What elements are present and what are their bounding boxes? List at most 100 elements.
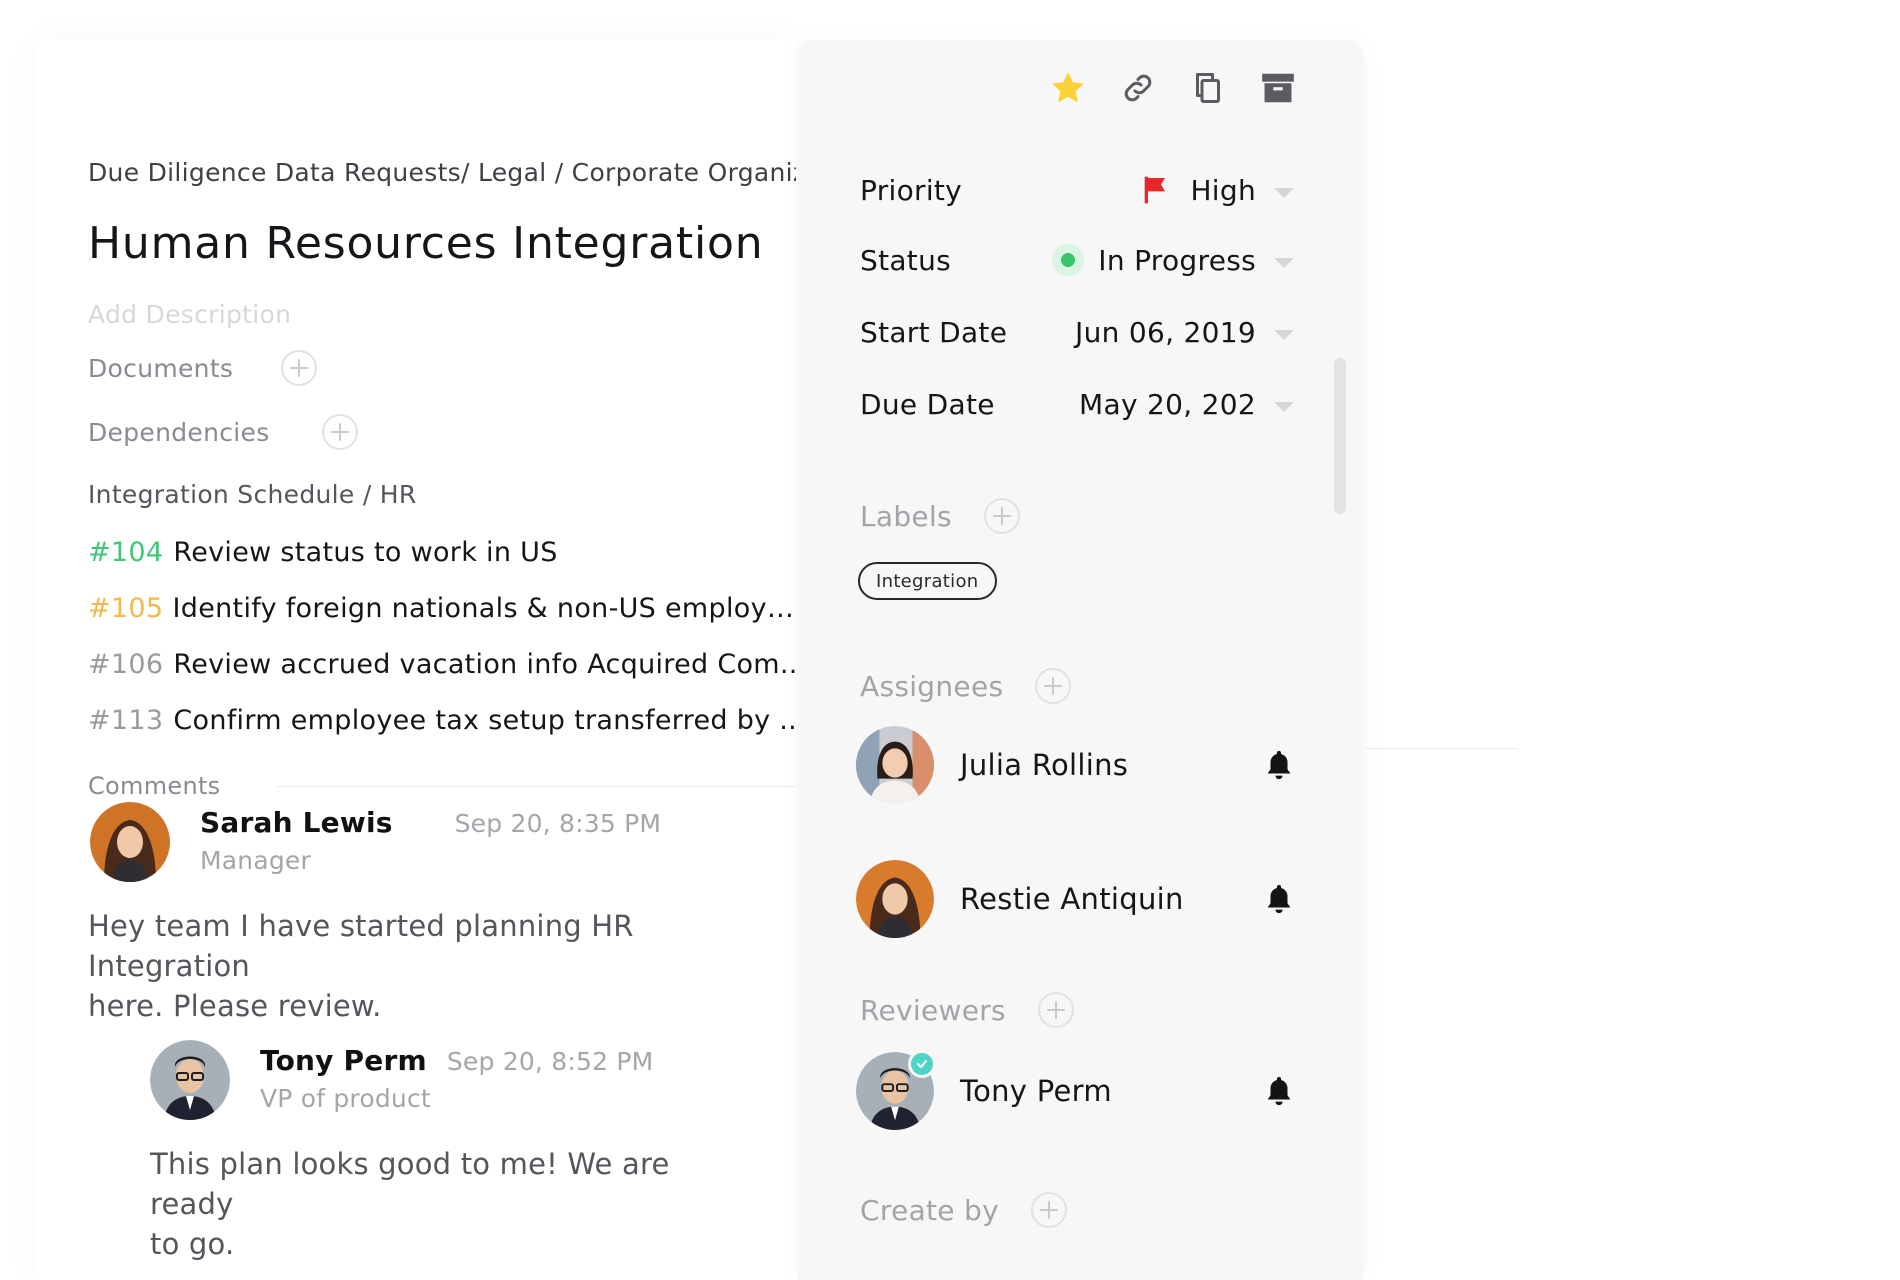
assignee-item[interactable]: Julia Rollins [856,726,1296,804]
comment-body-line: here. Please review. [88,989,382,1023]
comment-role: Manager [200,846,311,875]
assignees-section: Assignees [860,668,1072,704]
status-dropdown[interactable]: In Progress [1052,244,1300,277]
reviewers-section: Reviewers [860,992,1074,1028]
comments-label: Comments [88,772,221,800]
plus-icon [992,507,1011,525]
status-indicator-icon [1052,244,1085,276]
priority-label: Priority [860,173,963,207]
comment-body-line: Hey team I have started planning HR Inte… [88,909,634,983]
reviewers-label: Reviewers [860,993,1006,1027]
reviewer-avatar-wrap [856,1050,936,1130]
task-item[interactable]: #113 Confirm employee tax setup transfer… [88,705,796,761]
due-date-label: Due Date [860,387,995,421]
status-label: Status [860,243,952,277]
task-properties-panel: Priority High Status In Progress Start D… [798,40,1364,1280]
link-icon[interactable] [1116,66,1160,110]
task-id: #113 [88,705,164,736]
star-icon[interactable] [1046,66,1090,110]
reviewer-item[interactable]: Tony Perm [856,1050,1296,1130]
comments-divider [276,785,796,787]
add-document-button[interactable] [281,350,318,386]
task-detail-view: Due Diligence Data Requests/ Legal / Cor… [0,0,1900,1280]
flag-icon [1145,176,1166,204]
chevron-down-icon [1274,257,1294,268]
comment-role: VP of product [260,1084,431,1113]
plus-icon [1044,677,1063,695]
start-date-field[interactable]: Start Date Jun 06, 2019 [860,310,1300,354]
plus-icon [1039,1201,1058,1219]
plus-icon [290,359,309,377]
assignee-name: Julia Rollins [960,748,1129,782]
verified-check-icon [908,1050,936,1078]
comment-author: Tony Perm [260,1044,427,1077]
task-item[interactable]: #105 Identify foreign nationals & non-US… [88,593,796,649]
task-item[interactable]: #106 Review accrued vacation info Acquir… [88,649,796,705]
assignees-label: Assignees [860,669,1004,703]
add-assignee-button[interactable] [1035,668,1072,704]
task-list: #104 Review status to work in US #105 Id… [88,537,796,761]
comment-body-line: This plan looks good to me! We are ready [150,1147,670,1221]
bell-icon[interactable] [1262,748,1296,782]
breadcrumb[interactable]: Due Diligence Data Requests/ Legal / Cor… [88,158,796,187]
copy-icon[interactable] [1186,66,1230,110]
comment-body: This plan looks good to me! We are ready… [150,1144,750,1264]
priority-value: High [1190,173,1256,207]
add-dependency-button[interactable] [321,414,358,450]
comments-divider-extension [1364,748,1518,749]
comment-timestamp: Sep 20, 8:52 PM [446,1047,654,1076]
bell-icon[interactable] [1262,1074,1296,1108]
task-item[interactable]: #104 Review status to work in US [88,537,796,593]
plus-icon [1046,1001,1065,1019]
avatar[interactable] [90,802,170,882]
status-field[interactable]: Status In Progress [860,238,1300,282]
avatar[interactable] [150,1040,230,1120]
created-by-section: Create by [860,1192,1067,1228]
task-main-card: Due Diligence Data Requests/ Legal / Cor… [36,40,796,1280]
documents-label: Documents [88,353,234,383]
add-creator-button[interactable] [1030,1192,1067,1228]
comment-body-line: to go. [150,1227,235,1261]
add-reviewer-button[interactable] [1037,992,1074,1028]
plus-icon [330,423,349,441]
priority-field[interactable]: Priority High [860,168,1300,212]
task-id: #104 [88,537,164,568]
add-description-field[interactable]: Add Description [88,300,291,329]
dependencies-label: Dependencies [88,417,270,447]
task-title: Confirm employee tax setup transferred b… [173,705,796,736]
chevron-down-icon [1274,401,1294,412]
task-title: Review accrued vacation info Acquired Co… [173,649,796,680]
due-date-field[interactable]: Due Date May 20, 202 [860,382,1300,426]
chevron-down-icon [1274,329,1294,340]
avatar[interactable] [856,860,934,938]
start-date-picker[interactable]: Jun 06, 2019 [1060,316,1300,349]
reviewer-name: Tony Perm [960,1074,1112,1108]
created-by-label: Create by [860,1193,999,1227]
panel-scrollbar[interactable] [1334,358,1346,514]
start-date-label: Start Date [860,315,1008,349]
bell-icon[interactable] [1262,882,1296,916]
task-title: Identify foreign nationals & non-US empl… [172,593,796,624]
page-title[interactable]: Human Resources Integration [88,218,763,269]
status-value: In Progress [1098,243,1256,277]
start-date-value: Jun 06, 2019 [1075,315,1256,349]
labels-label: Labels [860,499,952,533]
label-chip[interactable]: Integration [858,562,997,600]
comment-timestamp: Sep 20, 8:35 PM [454,809,662,838]
task-id: #105 [88,593,164,624]
labels-section: Labels [860,498,1020,534]
comments-header: Comments [88,772,796,800]
priority-dropdown[interactable]: High [1060,174,1300,207]
chevron-down-icon [1274,187,1294,198]
add-label-button[interactable] [983,498,1020,534]
assignee-name: Restie Antiquin [960,882,1184,916]
documents-section: Documents [88,350,318,386]
assignee-item[interactable]: Restie Antiquin [856,860,1296,938]
archive-icon[interactable] [1256,66,1300,110]
schedule-link[interactable]: Integration Schedule / HR [88,480,417,509]
due-date-picker[interactable]: May 20, 202 [1060,388,1300,421]
task-id: #106 [88,649,164,680]
panel-toolbar [1046,66,1300,110]
avatar[interactable] [856,726,934,804]
task-title: Review status to work in US [173,537,558,568]
